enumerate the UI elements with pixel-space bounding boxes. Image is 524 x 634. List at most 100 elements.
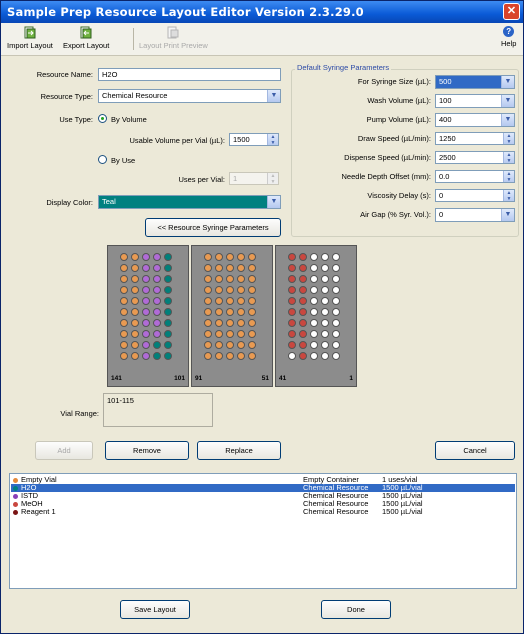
vial[interactable]	[215, 253, 223, 261]
vial[interactable]	[299, 264, 307, 272]
vial[interactable]	[215, 319, 223, 327]
vial[interactable]	[142, 264, 150, 272]
vial[interactable]	[248, 297, 256, 305]
vial[interactable]	[237, 352, 245, 360]
vial[interactable]	[120, 275, 128, 283]
vial[interactable]	[321, 264, 329, 272]
display-color-select[interactable]: Teal ▼	[98, 195, 281, 209]
vial[interactable]	[131, 319, 139, 327]
vial[interactable]	[142, 297, 150, 305]
vial[interactable]	[226, 308, 234, 316]
vial[interactable]	[288, 253, 296, 261]
by-use-radio[interactable]	[98, 155, 107, 164]
replace-button[interactable]: Replace	[197, 441, 281, 460]
vial[interactable]	[204, 264, 212, 272]
vial[interactable]	[164, 319, 172, 327]
vial[interactable]	[142, 330, 150, 338]
vial[interactable]	[215, 330, 223, 338]
vial[interactable]	[153, 352, 161, 360]
vial[interactable]	[204, 308, 212, 316]
syringe-field-select[interactable]: 0 ▼	[435, 208, 515, 222]
vial[interactable]	[226, 352, 234, 360]
vial[interactable]	[153, 308, 161, 316]
vial[interactable]	[131, 308, 139, 316]
vial[interactable]	[299, 253, 307, 261]
vial[interactable]	[248, 253, 256, 261]
vial[interactable]	[321, 341, 329, 349]
vial[interactable]	[332, 341, 340, 349]
vial[interactable]	[248, 308, 256, 316]
resource-syringe-parameters-button[interactable]: << Resource Syringe Parameters	[145, 218, 281, 237]
resource-name-input[interactable]: H2O	[98, 68, 281, 81]
vial[interactable]	[237, 286, 245, 294]
vial[interactable]	[142, 352, 150, 360]
vial[interactable]	[237, 308, 245, 316]
vial[interactable]	[204, 297, 212, 305]
vial[interactable]	[131, 341, 139, 349]
vial[interactable]	[131, 297, 139, 305]
vial[interactable]	[142, 253, 150, 261]
syringe-field-input[interactable]: 0.0 ▲ ▼	[435, 170, 515, 183]
vial[interactable]	[248, 341, 256, 349]
vial[interactable]	[120, 297, 128, 305]
vial[interactable]	[131, 330, 139, 338]
vial[interactable]	[288, 341, 296, 349]
vial[interactable]	[299, 275, 307, 283]
vial[interactable]	[288, 319, 296, 327]
vial[interactable]	[204, 341, 212, 349]
vial[interactable]	[142, 319, 150, 327]
vial[interactable]	[332, 264, 340, 272]
save-layout-button[interactable]: Save Layout	[120, 600, 190, 619]
vial[interactable]	[237, 275, 245, 283]
vial[interactable]	[131, 352, 139, 360]
vial[interactable]	[226, 341, 234, 349]
vial[interactable]	[299, 341, 307, 349]
chevron-down-icon[interactable]: ▼	[501, 114, 514, 126]
vial[interactable]	[164, 286, 172, 294]
chevron-down-icon[interactable]: ▼	[501, 76, 514, 88]
vial[interactable]	[142, 308, 150, 316]
vial[interactable]	[204, 253, 212, 261]
vial[interactable]	[215, 352, 223, 360]
chevron-down-icon[interactable]: ▼	[267, 196, 280, 208]
vial[interactable]	[332, 352, 340, 360]
vial[interactable]	[237, 264, 245, 272]
list-item[interactable]: H2O Chemical Resource 1500 µL/vial	[11, 484, 515, 492]
vial[interactable]	[120, 352, 128, 360]
vial[interactable]	[204, 275, 212, 283]
remove-button[interactable]: Remove	[105, 441, 189, 460]
vial[interactable]	[153, 297, 161, 305]
spin-arrows-icon[interactable]: ▲ ▼	[503, 171, 514, 182]
cancel-button[interactable]: Cancel	[435, 441, 515, 460]
list-item[interactable]: ISTD Chemical Resource 1500 µL/vial	[11, 492, 515, 500]
vial[interactable]	[164, 330, 172, 338]
vial[interactable]	[288, 264, 296, 272]
vial[interactable]	[299, 352, 307, 360]
vial[interactable]	[310, 264, 318, 272]
vial[interactable]	[153, 286, 161, 294]
vial[interactable]	[321, 253, 329, 261]
uses-per-vial-input[interactable]: 1 ▲ ▼	[229, 172, 279, 185]
syringe-field-input[interactable]: 2500 ▲ ▼	[435, 151, 515, 164]
vial[interactable]	[215, 264, 223, 272]
vial[interactable]	[204, 352, 212, 360]
spin-arrows-icon[interactable]: ▲ ▼	[267, 134, 278, 145]
vial[interactable]	[120, 286, 128, 294]
vial[interactable]	[288, 308, 296, 316]
vial[interactable]	[237, 253, 245, 261]
vial[interactable]	[153, 264, 161, 272]
vial[interactable]	[120, 319, 128, 327]
resource-list[interactable]: Empty Vial Empty Container 1 uses/vial H2O C…	[9, 473, 517, 589]
vial[interactable]	[248, 330, 256, 338]
import-layout-button[interactable]: Import Layout	[7, 26, 53, 50]
chevron-down-icon[interactable]: ▼	[501, 209, 514, 221]
vial[interactable]	[215, 341, 223, 349]
vial[interactable]	[237, 297, 245, 305]
help-button[interactable]: ? Help	[501, 26, 516, 48]
vial[interactable]	[164, 352, 172, 360]
vial[interactable]	[120, 308, 128, 316]
vial[interactable]	[131, 253, 139, 261]
vial[interactable]	[215, 286, 223, 294]
vial[interactable]	[310, 330, 318, 338]
vial[interactable]	[332, 275, 340, 283]
